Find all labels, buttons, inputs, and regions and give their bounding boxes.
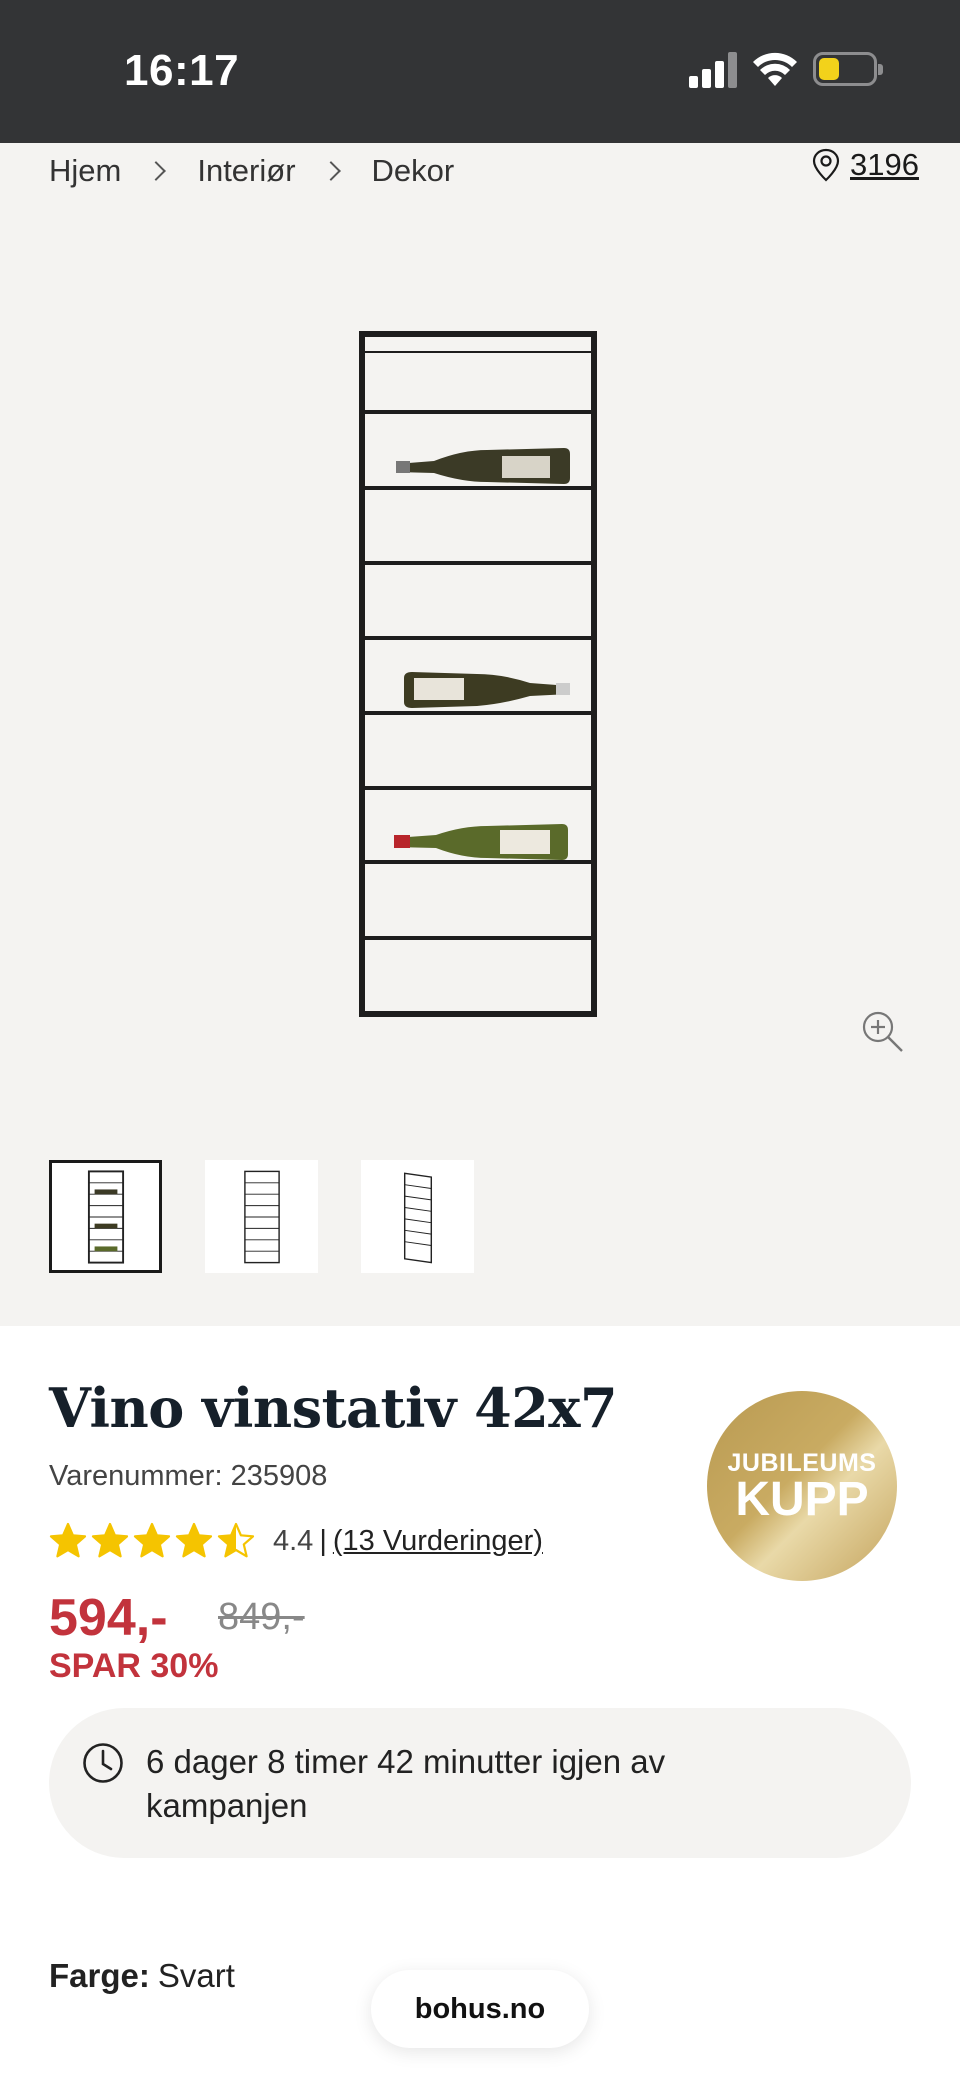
- star-full-icon: [133, 1522, 171, 1558]
- store-selector[interactable]: 3196: [812, 147, 919, 183]
- location-pin-icon: [812, 148, 840, 182]
- browser-url-pill[interactable]: bohus.no: [371, 1970, 589, 2048]
- thumbnail-front-empty[interactable]: [205, 1160, 318, 1273]
- cellular-signal-icon: [689, 50, 737, 88]
- wine-bottle: [396, 448, 570, 484]
- wine-bottle: [404, 672, 570, 708]
- status-bar: 16:17: [0, 0, 960, 143]
- rating-score: 4.4: [273, 1524, 314, 1557]
- battery-level: [819, 58, 839, 80]
- product-title: Vino vinstativ 42x7: [49, 1376, 618, 1440]
- store-number[interactable]: 3196: [850, 147, 919, 183]
- breadcrumb-decor[interactable]: Dekor: [372, 153, 455, 189]
- thumbnail-side-angle[interactable]: [361, 1160, 474, 1273]
- star-half-icon: [217, 1522, 255, 1558]
- breadcrumb-interior[interactable]: Interiør: [197, 153, 295, 189]
- thumbnail-image: [87, 1169, 124, 1264]
- current-price: 594,-: [49, 1589, 168, 1647]
- product-gallery: Hjem Interiør Dekor 3196: [0, 143, 960, 1326]
- jubileums-kupp-badge: JUBILEUMS KUPP: [707, 1391, 897, 1581]
- wine-bottle: [394, 824, 568, 860]
- clock-icon: [83, 1743, 123, 1783]
- thumbnail-strip: [49, 1160, 517, 1273]
- rating-separator: |: [319, 1524, 327, 1557]
- original-price: 849,-: [218, 1596, 305, 1638]
- campaign-text: 6 dager 8 timer 42 minutter igjen av kam…: [146, 1743, 666, 1824]
- thumbnail-front-with-bottles[interactable]: [49, 1160, 162, 1273]
- discount-label: SPAR 30%: [49, 1647, 219, 1685]
- star-full-icon: [91, 1522, 129, 1558]
- product-image[interactable]: [352, 330, 604, 1030]
- badge-line-2: KUPP: [735, 1473, 869, 1526]
- zoom-in-icon[interactable]: [860, 1009, 904, 1053]
- status-time: 16:17: [124, 46, 240, 95]
- chevron-right-icon: [320, 161, 341, 181]
- thumbnail-image: [243, 1170, 280, 1263]
- breadcrumb-home[interactable]: Hjem: [49, 153, 121, 189]
- star-full-icon: [49, 1522, 87, 1558]
- product-sku: Varenummer: 235908: [49, 1460, 328, 1492]
- chevron-right-icon: [146, 161, 167, 181]
- battery-icon: [813, 52, 883, 86]
- color-label: Farge:: [49, 1957, 150, 1994]
- rating-stars: [49, 1522, 259, 1560]
- breadcrumb: Hjem Interiør Dekor: [49, 149, 454, 193]
- thumbnail-image: [403, 1171, 432, 1263]
- campaign-countdown: 6 dager 8 timer 42 minutter igjen av kam…: [49, 1708, 911, 1858]
- wifi-icon: [753, 52, 797, 86]
- star-full-icon: [175, 1522, 213, 1558]
- color-selector[interactable]: Farge: Svart: [49, 1957, 235, 1995]
- reviews-link[interactable]: (13 Vurderinger): [333, 1525, 543, 1558]
- product-rating: 4.4 | (13 Vurderinger): [49, 1522, 543, 1560]
- color-value: Svart: [157, 1957, 235, 1994]
